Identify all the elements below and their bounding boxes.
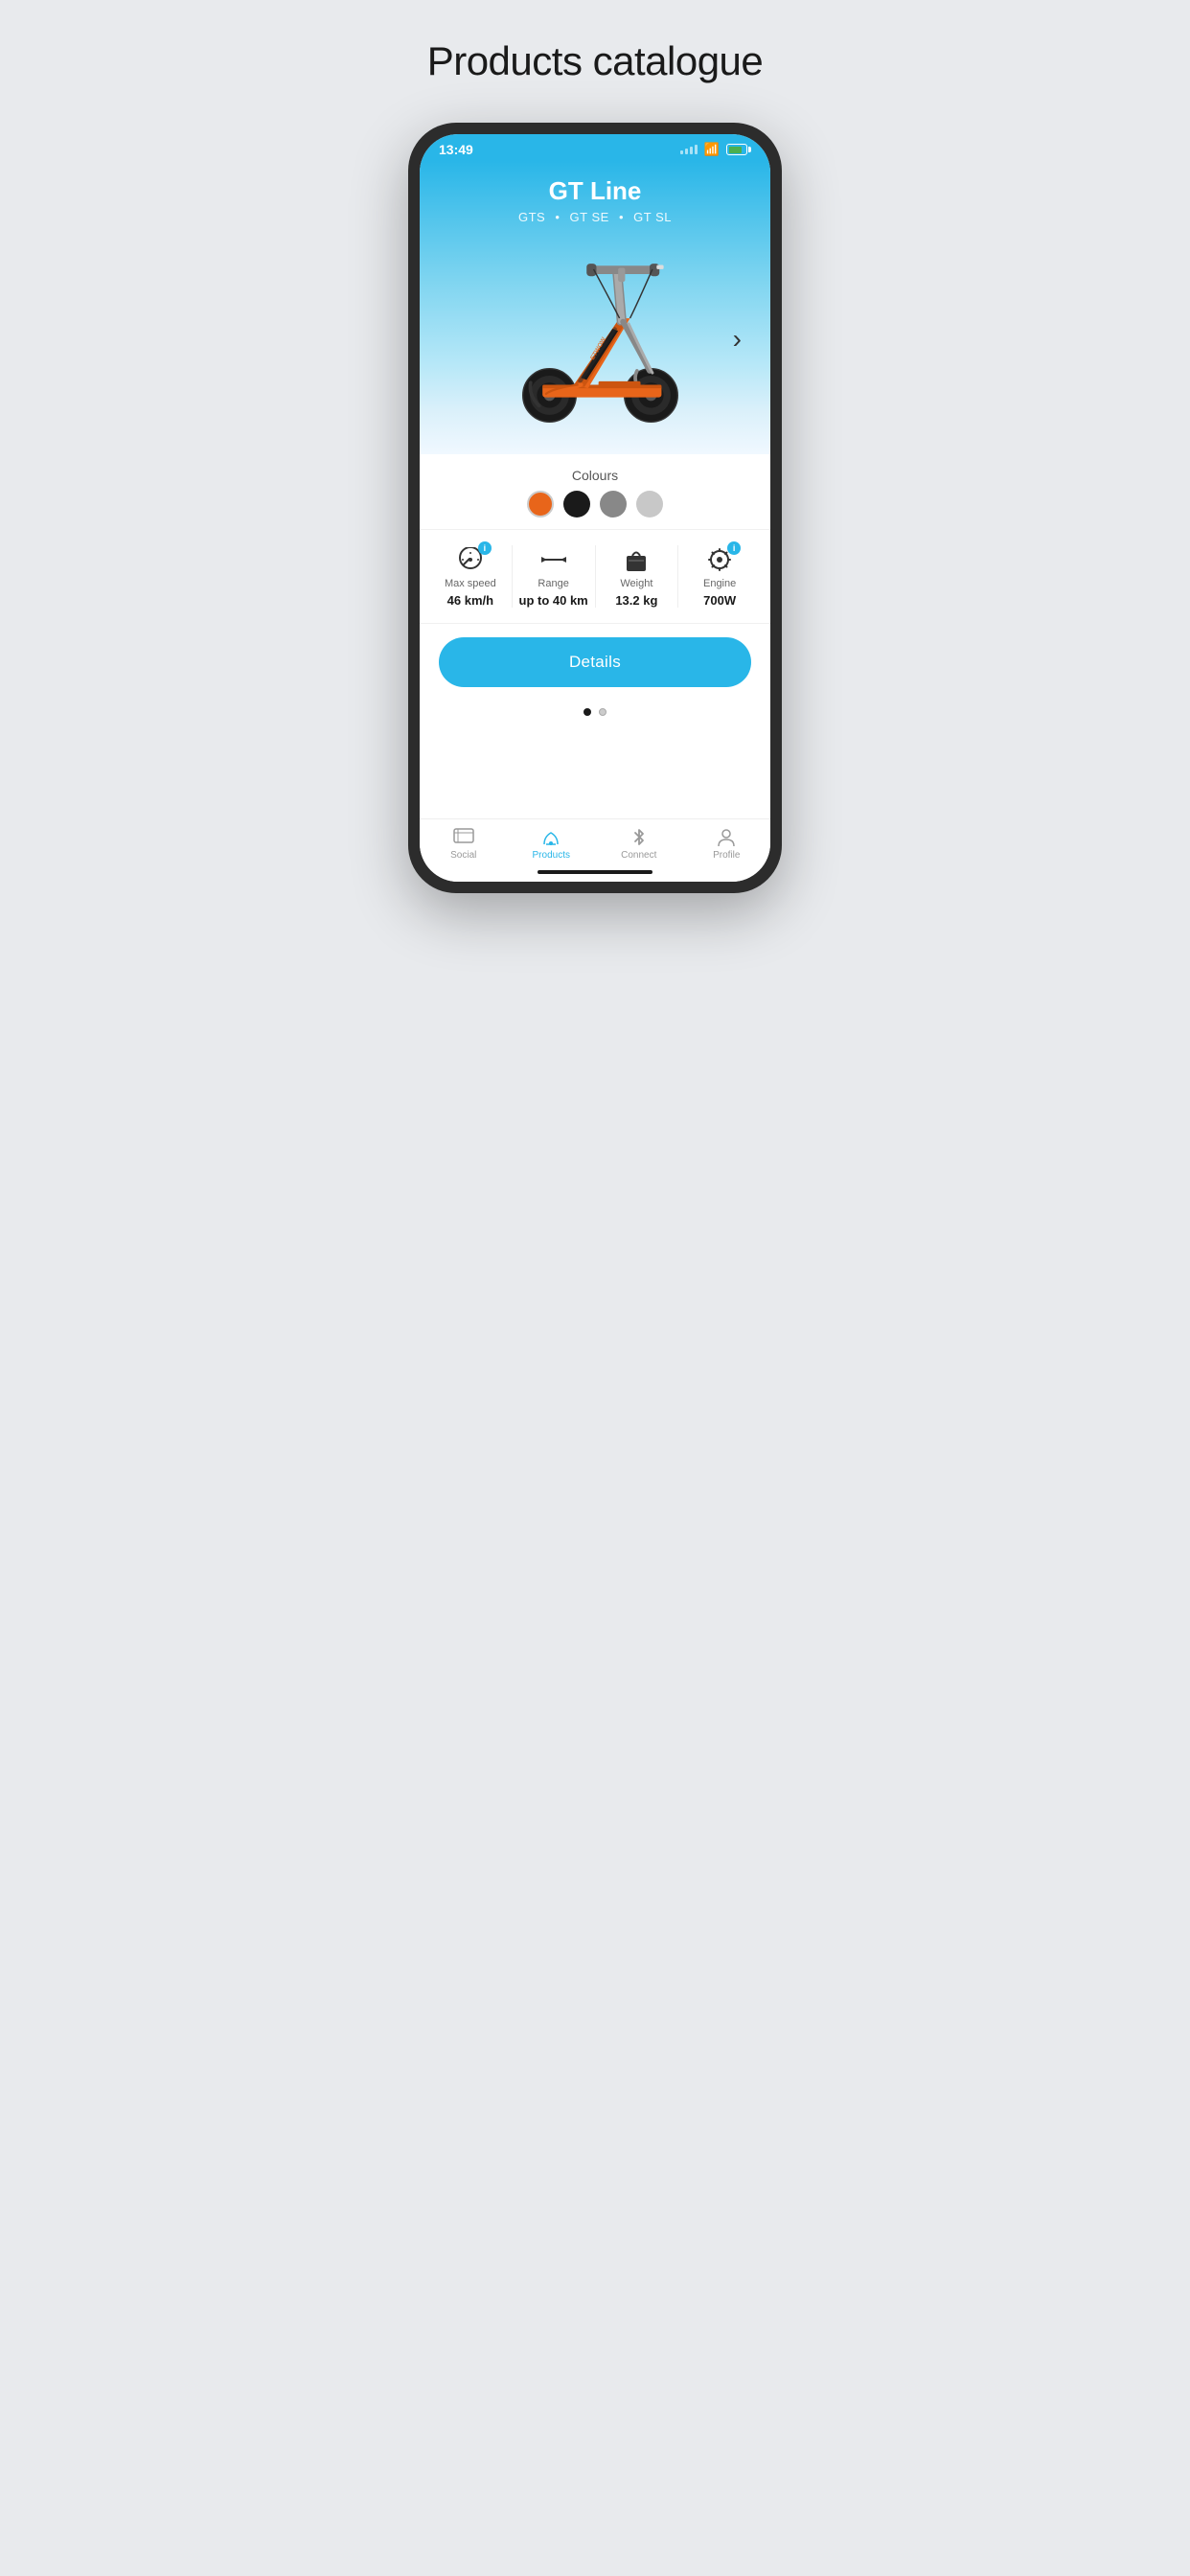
dot2: • <box>619 210 624 224</box>
products-icon <box>539 827 562 848</box>
spec-weight: Weight 13.2 kg <box>595 545 678 608</box>
colour-gray[interactable] <box>600 491 627 518</box>
variant-gtse: GT SE <box>570 210 609 224</box>
hero-section: GT Line GTS • GT SE • GT SL <box>420 161 770 454</box>
spec-value-weight: 13.2 kg <box>615 593 657 608</box>
wifi-icon: 📶 <box>704 142 720 157</box>
colour-orange[interactable] <box>527 491 554 518</box>
phone-screen: 13:49 📶 GT Line <box>420 134 770 882</box>
variant-gts: GTS <box>518 210 545 224</box>
colours-section: Colours <box>420 454 770 530</box>
status-icons: 📶 <box>680 142 751 157</box>
colour-black[interactable] <box>563 491 590 518</box>
spec-value-speed: 46 km/h <box>447 593 493 608</box>
colours-label: Colours <box>572 468 618 483</box>
status-time: 13:49 <box>439 142 473 157</box>
scooter-image: ETWOW <box>490 248 700 430</box>
speed-info-badge[interactable]: i <box>478 541 492 555</box>
status-bar: 13:49 📶 <box>420 134 770 161</box>
nav-label-social: Social <box>450 850 476 861</box>
nav-item-connect[interactable]: Connect <box>595 827 683 861</box>
home-bar <box>538 870 652 874</box>
spec-engine: i Engine 700W <box>677 545 761 608</box>
spec-max-speed: i Max speed 46 km/h <box>429 545 512 608</box>
spec-icon-wrapper-range <box>537 545 571 574</box>
nav-item-profile[interactable]: Profile <box>683 827 771 861</box>
spec-value-engine: 700W <box>703 593 736 608</box>
battery-icon <box>726 144 751 155</box>
next-arrow-button[interactable]: › <box>733 324 742 355</box>
bluetooth-icon <box>628 827 651 848</box>
product-variants: GTS • GT SE • GT SL <box>518 210 672 224</box>
social-icon <box>452 827 475 848</box>
nav-label-connect: Connect <box>621 850 656 861</box>
nav-item-social[interactable]: Social <box>420 827 508 861</box>
nav-label-profile: Profile <box>713 850 740 861</box>
spec-value-range: up to 40 km <box>519 593 588 608</box>
colour-swatches <box>527 491 663 518</box>
spec-icon-wrapper-speed: i <box>453 545 488 574</box>
weight-icon <box>623 546 650 573</box>
colour-lightgray[interactable] <box>636 491 663 518</box>
signal-icon <box>680 145 698 154</box>
spec-label-speed: Max speed <box>445 578 496 589</box>
bottom-nav: Social Products Connect <box>420 818 770 864</box>
spec-label-engine: Engine <box>703 578 736 589</box>
scooter-container: ETWOW › <box>439 224 751 454</box>
details-button[interactable]: Details <box>439 637 751 687</box>
spec-icon-wrapper-engine: i <box>702 545 737 574</box>
profile-icon <box>715 827 738 848</box>
nav-item-products[interactable]: Products <box>508 827 596 861</box>
spec-label-range: Range <box>538 578 568 589</box>
spec-label-weight: Weight <box>620 578 652 589</box>
product-name: GT Line <box>549 176 642 206</box>
range-icon <box>538 547 570 572</box>
dot1: • <box>555 210 560 224</box>
specs-section: i Max speed 46 km/h Range up to 40 km <box>420 530 770 624</box>
details-section: Details <box>420 624 770 701</box>
engine-info-badge[interactable]: i <box>727 541 741 555</box>
pagination-dot-2[interactable] <box>599 708 606 716</box>
pagination-dot-1[interactable] <box>584 708 591 716</box>
spec-icon-wrapper-weight <box>619 545 653 574</box>
home-indicator <box>420 864 770 882</box>
spec-range: Range up to 40 km <box>512 545 595 608</box>
page-title: Products catalogue <box>427 38 764 84</box>
nav-label-products: Products <box>533 850 570 861</box>
pagination-dots <box>420 701 770 724</box>
phone-frame: 13:49 📶 GT Line <box>408 123 782 893</box>
variant-gtsl: GT SL <box>633 210 672 224</box>
